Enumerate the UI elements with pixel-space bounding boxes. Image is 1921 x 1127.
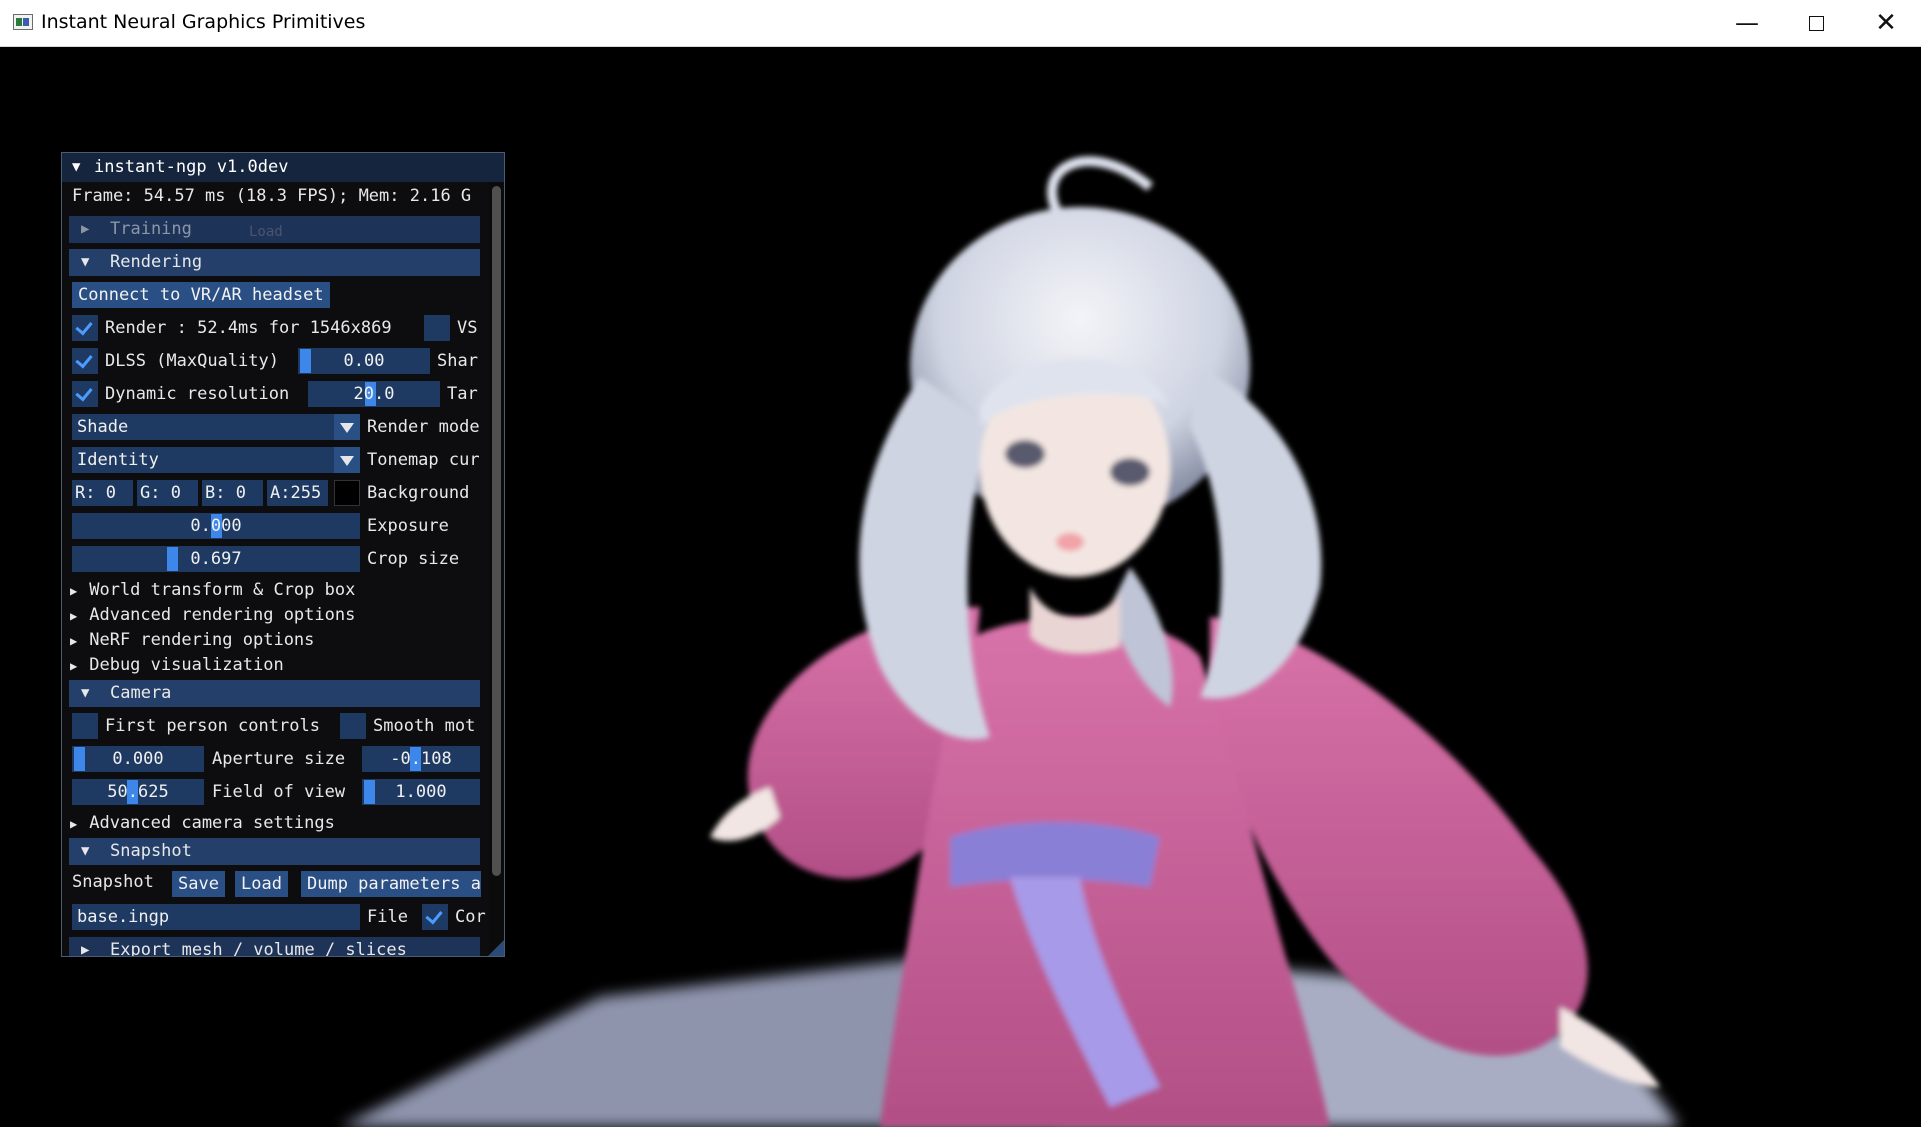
triangle-right-icon: ▶ bbox=[81, 216, 89, 243]
tree-nerf-rendering[interactable]: ▶NeRF rendering options bbox=[70, 628, 314, 652]
camera-value-slider[interactable]: -0.108 bbox=[362, 746, 480, 772]
dlss-checkbox[interactable] bbox=[72, 348, 98, 374]
tree-world-transform[interactable]: ▶World transform & Crop box bbox=[70, 578, 355, 602]
triangle-right-icon: ▶ bbox=[70, 634, 77, 648]
target-fps-slider[interactable]: 20.0 bbox=[308, 381, 440, 407]
snapshot-row-label: Snapshot bbox=[72, 869, 154, 895]
compress-checkbox[interactable] bbox=[422, 904, 448, 930]
tree-advanced-rendering[interactable]: ▶Advanced rendering options bbox=[70, 603, 355, 627]
tonemap-combo[interactable]: Identity bbox=[72, 447, 360, 473]
connect-vr-button[interactable]: Connect to VR/AR headset bbox=[72, 282, 330, 308]
first-person-checkbox[interactable] bbox=[72, 713, 98, 739]
target-label: Tar bbox=[447, 381, 478, 407]
triangle-right-icon: ▶ bbox=[81, 937, 89, 957]
triangle-right-icon: ▶ bbox=[70, 609, 77, 623]
tree-advanced-camera[interactable]: ▶Advanced camera settings bbox=[70, 811, 335, 835]
background-label: Background bbox=[367, 480, 469, 506]
render-label: Render : 52.4ms for 1546x869 bbox=[105, 315, 392, 341]
dlss-label: DLSS (MaxQuality) bbox=[105, 348, 279, 374]
smooth-motion-label: Smooth mot bbox=[373, 713, 475, 739]
dlss-sharpen-slider[interactable]: 0.00 bbox=[298, 348, 430, 374]
figure-head bbox=[859, 161, 1321, 739]
vsync-checkbox[interactable] bbox=[424, 315, 450, 341]
triangle-down-icon: ▼ bbox=[81, 249, 89, 276]
close-icon[interactable]: ✕ bbox=[1851, 0, 1921, 46]
snapshot-file-input[interactable]: base.ingp bbox=[72, 904, 360, 930]
triangle-down-icon[interactable]: ▼ bbox=[72, 153, 80, 182]
window-title: Instant Neural Graphics Primitives bbox=[41, 11, 365, 33]
triangle-right-icon: ▶ bbox=[70, 817, 77, 831]
aperture-size-slider[interactable]: 0.000 bbox=[72, 746, 204, 772]
exposure-label: Exposure bbox=[367, 513, 449, 539]
field-of-view-label: Field of view bbox=[212, 779, 345, 805]
aperture-size-label: Aperture size bbox=[212, 746, 345, 772]
save-button[interactable]: Save bbox=[172, 871, 225, 897]
sharpen-label: Shar bbox=[437, 348, 478, 374]
render-mode-combo[interactable]: Shade bbox=[72, 414, 360, 440]
chevron-down-icon[interactable] bbox=[334, 447, 360, 473]
background-b-field[interactable]: B: 0 bbox=[202, 480, 263, 506]
render-mode-label: Render mode bbox=[367, 414, 480, 440]
exposure-slider[interactable]: 0.000 bbox=[72, 513, 360, 539]
field-of-view-slider[interactable]: 50.625 bbox=[72, 779, 204, 805]
triangle-right-icon: ▶ bbox=[70, 584, 77, 598]
slider-grab[interactable] bbox=[74, 747, 85, 771]
overlap-text: Load bbox=[249, 219, 283, 246]
resize-grip-icon[interactable] bbox=[488, 940, 504, 956]
header-camera[interactable]: ▼ Camera bbox=[69, 680, 480, 707]
render-viewport[interactable]: ▼ instant-ngp v1.0dev Frame: 54.57 ms (1… bbox=[0, 47, 1921, 1127]
slider-grab[interactable] bbox=[364, 780, 375, 804]
header-snapshot[interactable]: ▼ Snapshot bbox=[69, 838, 480, 865]
imgui-panel[interactable]: ▼ instant-ngp v1.0dev Frame: 54.57 ms (1… bbox=[61, 152, 505, 957]
header-rendering[interactable]: ▼ Rendering bbox=[69, 249, 480, 276]
triangle-right-icon: ▶ bbox=[70, 659, 77, 673]
header-training[interactable]: ▶ Training Load bbox=[69, 216, 480, 243]
background-a-field[interactable]: A:255 bbox=[267, 480, 328, 506]
load-button[interactable]: Load bbox=[235, 871, 288, 897]
render-checkbox[interactable] bbox=[72, 315, 98, 341]
file-label: File bbox=[367, 904, 408, 930]
vsync-label: VS bbox=[457, 315, 477, 341]
dynamic-resolution-checkbox[interactable] bbox=[72, 381, 98, 407]
crop-size-slider[interactable]: 0.697 bbox=[72, 546, 360, 572]
slider-grab[interactable] bbox=[300, 349, 311, 373]
dynamic-resolution-label: Dynamic resolution bbox=[105, 381, 289, 407]
chevron-down-icon[interactable] bbox=[334, 414, 360, 440]
title-bar[interactable]: Instant Neural Graphics Primitives — ✕ bbox=[0, 0, 1921, 47]
header-export[interactable]: ▶ Export mesh / volume / slices bbox=[69, 937, 480, 957]
compress-label: Cor bbox=[455, 904, 486, 930]
slider-grab[interactable] bbox=[167, 547, 178, 571]
tree-debug-visualization[interactable]: ▶Debug visualization bbox=[70, 653, 284, 677]
background-color-swatch[interactable] bbox=[334, 480, 360, 506]
smooth-motion-checkbox[interactable] bbox=[340, 713, 366, 739]
crop-size-label: Crop size bbox=[367, 546, 459, 572]
panel-title: instant-ngp v1.0dev bbox=[94, 153, 288, 182]
maximize-icon[interactable] bbox=[1781, 0, 1851, 46]
first-person-label: First person controls bbox=[105, 713, 320, 739]
dump-parameters-button[interactable]: Dump parameters a bbox=[301, 871, 481, 897]
panel-title-bar[interactable]: ▼ instant-ngp v1.0dev bbox=[62, 153, 504, 182]
background-r-field[interactable]: R: 0 bbox=[72, 480, 133, 506]
app-window: Instant Neural Graphics Primitives — ✕ bbox=[0, 0, 1921, 1127]
camera-scale-slider[interactable]: 1.000 bbox=[362, 779, 480, 805]
triangle-down-icon: ▼ bbox=[81, 838, 89, 865]
background-g-field[interactable]: G: 0 bbox=[137, 480, 198, 506]
minimize-icon[interactable]: — bbox=[1712, 0, 1782, 46]
frame-stats: Frame: 54.57 ms (18.3 FPS); Mem: 2.16 G bbox=[72, 183, 487, 209]
panel-scrollbar[interactable] bbox=[489, 183, 504, 957]
scrollbar-thumb[interactable] bbox=[492, 186, 501, 876]
triangle-down-icon: ▼ bbox=[81, 680, 89, 707]
app-icon bbox=[13, 14, 33, 30]
tonemap-label: Tonemap cur bbox=[367, 447, 480, 473]
